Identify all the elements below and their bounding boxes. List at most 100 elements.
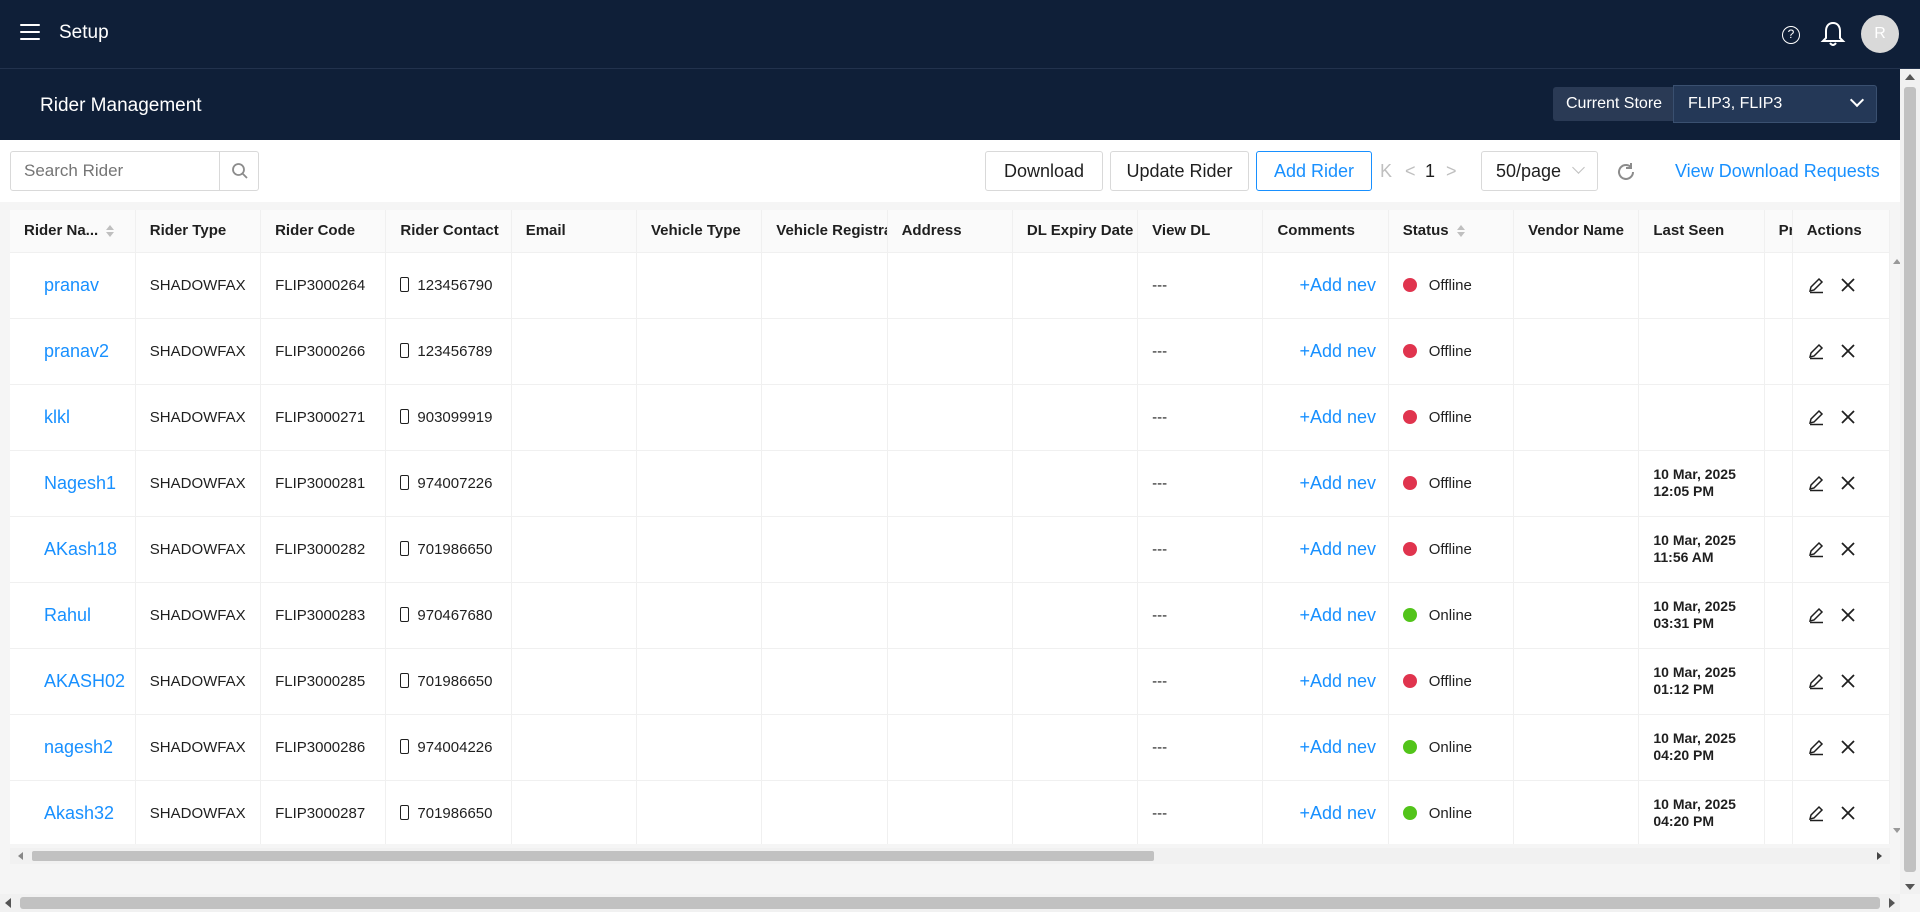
close-icon[interactable] [1839, 606, 1857, 624]
edit-icon[interactable] [1807, 672, 1825, 690]
sort-icon[interactable] [1456, 225, 1466, 238]
add-comment-link[interactable]: +Add nev [1277, 671, 1376, 691]
page-size-select[interactable]: 50/page [1481, 151, 1598, 191]
add-comment-link[interactable]: +Add nev [1277, 275, 1376, 295]
rider-name-link[interactable]: Akash32 [24, 803, 114, 823]
table-cell [1764, 252, 1793, 319]
column-header[interactable]: Status [1388, 210, 1515, 253]
status-text: Offline [1428, 672, 1472, 690]
table-cell: Offline [1388, 318, 1515, 385]
rider-name-link[interactable]: AKash18 [24, 539, 117, 559]
scroll-right-icon[interactable] [1877, 852, 1882, 860]
refresh-icon[interactable] [1615, 161, 1637, 183]
column-header-label: Rider Type [149, 222, 227, 240]
add-comment-link[interactable]: +Add nev [1277, 605, 1376, 625]
close-icon[interactable] [1839, 804, 1857, 822]
scroll-right-icon[interactable] [1889, 898, 1895, 908]
table-cell: 10 Mar, 2025 01:12 PM [1638, 648, 1765, 715]
column-header-label: Vendor Name [1528, 222, 1624, 240]
first-page-button[interactable]: K [1380, 151, 1392, 191]
table-row: AKASH02 SHADOWFAX FLIP3000285 701986650 --- +… [10, 648, 1890, 715]
rider-name-link[interactable]: Rahul [24, 605, 91, 625]
edit-icon[interactable] [1807, 804, 1825, 822]
table-cell: SHADOWFAX [135, 318, 262, 385]
bell-icon[interactable] [1820, 20, 1846, 48]
table-cell: SHADOWFAX [135, 252, 262, 319]
next-page-button[interactable]: > [1446, 151, 1457, 191]
status-text: Offline [1428, 540, 1472, 558]
table-cell: --- [1137, 648, 1264, 715]
current-page[interactable]: 1 [1425, 151, 1435, 191]
table-cell: 10 Mar, 2025 04:20 PM [1638, 714, 1765, 781]
close-icon[interactable] [1839, 408, 1857, 426]
close-icon[interactable] [1839, 672, 1857, 690]
table-horizontal-scrollbar[interactable] [10, 848, 1890, 864]
download-button[interactable]: Download [985, 151, 1103, 191]
search-button[interactable] [219, 151, 259, 191]
close-icon[interactable] [1839, 738, 1857, 756]
edit-icon[interactable] [1807, 540, 1825, 558]
add-comment-link[interactable]: +Add nev [1277, 473, 1376, 493]
scroll-thumb[interactable] [20, 897, 1880, 909]
status-dot-icon [1402, 607, 1417, 622]
last-seen: 10 Mar, 2025 01:12 PM [1653, 664, 1763, 698]
page-vertical-scrollbar[interactable] [1900, 69, 1920, 894]
column-header[interactable]: Rider Na... [10, 210, 136, 253]
scroll-down-icon[interactable] [1905, 884, 1915, 890]
scroll-left-icon[interactable] [5, 898, 11, 908]
close-icon[interactable] [1839, 540, 1857, 558]
rider-name-link[interactable]: pranav [24, 275, 99, 295]
help-icon[interactable]: ? [1782, 26, 1800, 44]
table-cell: Nagesh1 [10, 450, 136, 517]
edit-icon[interactable] [1807, 408, 1825, 426]
table-cell [1764, 582, 1793, 649]
phone-icon [400, 276, 410, 292]
table-cell [1764, 714, 1793, 781]
view-download-requests-link[interactable]: View Download Requests [1675, 151, 1880, 191]
table-cell: AKash18 [10, 516, 136, 583]
edit-icon[interactable] [1807, 606, 1825, 624]
close-icon[interactable] [1839, 276, 1857, 294]
table-cell [1792, 582, 1890, 649]
scroll-up-icon[interactable] [1905, 74, 1915, 80]
scroll-thumb[interactable] [1904, 87, 1916, 872]
add-comment-link[interactable]: +Add nev [1277, 407, 1376, 427]
column-header-label: View DL [1152, 222, 1211, 240]
rider-code: FLIP3000266 [275, 342, 366, 360]
phone-icon [400, 804, 410, 820]
rider-name-link[interactable]: pranav2 [24, 341, 109, 361]
rider-name-link[interactable]: klkl [24, 407, 70, 427]
phone-icon [400, 342, 410, 358]
last-seen-date: 10 Mar, 2025 [1653, 532, 1736, 548]
scroll-thumb[interactable] [32, 851, 1154, 861]
close-icon[interactable] [1839, 474, 1857, 492]
menu-icon[interactable] [20, 24, 40, 40]
rider-name-link[interactable]: Nagesh1 [24, 473, 116, 493]
rider-name-link[interactable]: nagesh2 [24, 737, 113, 757]
add-comment-link[interactable]: +Add nev [1277, 737, 1376, 757]
table-cell: Offline [1388, 252, 1515, 319]
last-seen-time: 04:20 PM [1653, 813, 1715, 829]
add-comment-link[interactable]: +Add nev [1277, 803, 1376, 823]
add-rider-button[interactable]: Add Rider [1256, 151, 1372, 191]
edit-icon[interactable] [1807, 342, 1825, 360]
view-dl-value: --- [1152, 738, 1168, 756]
add-comment-link[interactable]: +Add nev [1277, 539, 1376, 559]
edit-icon[interactable] [1807, 276, 1825, 294]
avatar[interactable]: R [1861, 15, 1899, 53]
update-rider-button[interactable]: Update Rider [1110, 151, 1249, 191]
sort-icon[interactable] [106, 225, 115, 238]
search-input[interactable] [10, 151, 220, 191]
scroll-left-icon[interactable] [18, 852, 23, 860]
page-horizontal-scrollbar[interactable] [0, 894, 1900, 912]
last-seen-time: 04:20 PM [1653, 747, 1715, 763]
add-comment-link[interactable]: +Add nev [1277, 341, 1376, 361]
store-select[interactable]: FLIP3, FLIP3 [1673, 85, 1877, 123]
table-row: pranav SHADOWFAX FLIP3000264 123456790 --- +A… [10, 252, 1890, 319]
edit-icon[interactable] [1807, 474, 1825, 492]
table-cell [1012, 252, 1139, 319]
rider-name-link[interactable]: AKASH02 [24, 671, 125, 691]
close-icon[interactable] [1839, 342, 1857, 360]
prev-page-button[interactable]: < [1405, 151, 1416, 191]
edit-icon[interactable] [1807, 738, 1825, 756]
